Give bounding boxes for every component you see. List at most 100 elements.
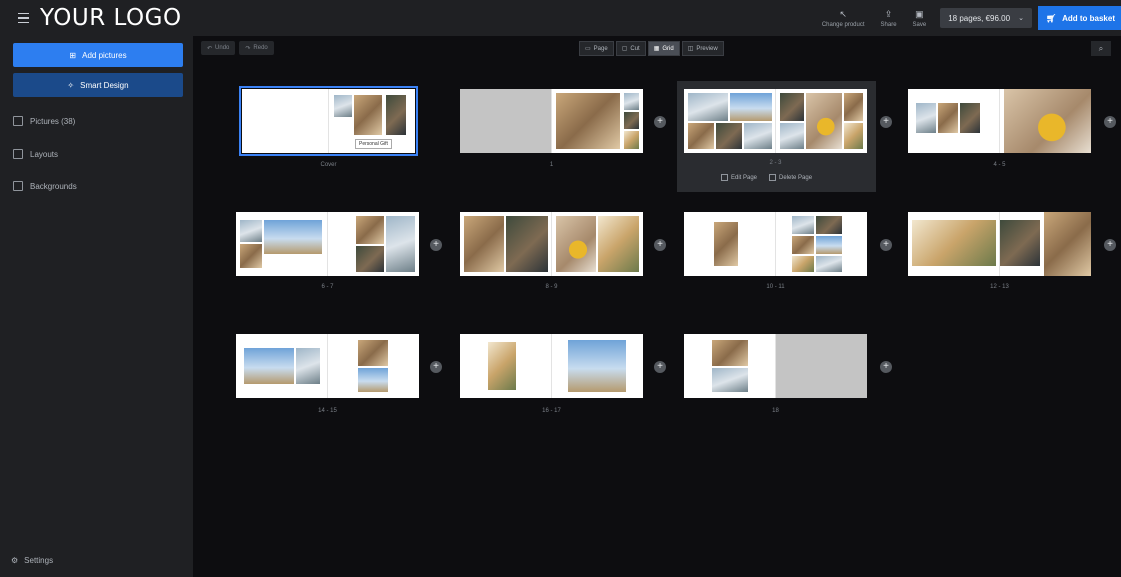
photo (806, 93, 842, 149)
spread-label: 12 - 13 (990, 284, 1009, 290)
spread-label: 14 - 15 (318, 408, 337, 414)
page-left (684, 212, 775, 276)
sidebar-item-pictures[interactable]: Pictures (38) (13, 116, 75, 126)
sidebar-item-layouts[interactable]: Layouts (13, 149, 58, 159)
add-spread-button[interactable]: + (880, 361, 892, 373)
page-right: Personal Gift (328, 89, 415, 153)
page-left (236, 334, 327, 398)
add-spread-button[interactable]: + (1104, 116, 1116, 128)
pointer-icon: ↖ (839, 8, 847, 19)
page-left (908, 212, 999, 276)
photo (386, 216, 415, 272)
delete-page-button[interactable]: Delete Page (769, 174, 812, 181)
redo-button[interactable]: ↷ Redo (239, 41, 274, 55)
magnifier-icon: ⌕ (1098, 43, 1104, 53)
photo (356, 216, 384, 244)
add-spread-button[interactable]: + (1104, 239, 1116, 251)
spread-18[interactable] (684, 334, 867, 398)
undo-button[interactable]: ↶ Undo (201, 41, 236, 55)
add-spread-button[interactable]: + (654, 361, 666, 373)
photo (506, 216, 548, 272)
save-button[interactable]: ▣ Save (905, 0, 935, 36)
spread-6-7[interactable] (236, 212, 419, 276)
view-page-button[interactable]: ▭ Page (579, 41, 614, 56)
view-preview-button[interactable]: ◫ Preview (681, 41, 724, 56)
page-right (551, 334, 643, 398)
basket-icon: 🛒︎ (1045, 13, 1057, 23)
add-spread-button[interactable]: + (430, 361, 442, 373)
change-product-button[interactable]: ↖ Change product (814, 0, 873, 36)
add-pictures-icon: ⊞ (69, 50, 77, 60)
photo (780, 93, 804, 121)
spread-2-3[interactable] (684, 89, 867, 153)
photo (744, 123, 772, 149)
photo (1004, 89, 1091, 153)
top-actions: ↖ Change product ⇪ Share ▣ Save 18 pages… (814, 0, 1121, 36)
spread-16-17[interactable] (460, 334, 643, 398)
add-spread-button[interactable]: + (654, 116, 666, 128)
spread-4-5[interactable] (908, 89, 1091, 153)
spread-label: 6 - 7 (321, 284, 334, 290)
add-pictures-button[interactable]: ⊞ Add pictures (13, 43, 183, 67)
photo (816, 256, 842, 272)
photo (1044, 212, 1091, 276)
page-left (460, 89, 551, 153)
add-spread-button[interactable]: + (430, 239, 442, 251)
photo (386, 95, 406, 135)
add-spread-button[interactable]: + (654, 239, 666, 251)
sidebar-item-backgrounds[interactable]: Backgrounds (13, 181, 77, 191)
smart-design-button[interactable]: ✧ Smart Design (13, 73, 183, 97)
grid-view-icon: ▦ (653, 46, 660, 52)
cut-view-icon: ▢ (621, 46, 628, 52)
pages-select[interactable]: 18 pages, €96.00 ⌄ (940, 8, 1032, 28)
spread-label: 8 - 9 (545, 284, 558, 290)
photo (716, 123, 742, 149)
edit-page-button[interactable]: Edit Page (721, 174, 757, 181)
photo (464, 216, 504, 272)
spread-8-9[interactable] (460, 212, 643, 276)
layouts-icon (13, 149, 23, 159)
photo (792, 216, 814, 234)
view-cut-button[interactable]: ▢ Cut (615, 41, 646, 56)
page-left (908, 89, 999, 153)
page-right (775, 89, 867, 153)
spread-label: Cover (320, 162, 337, 168)
zoom-button[interactable]: ⌕ (1091, 41, 1111, 56)
photo (688, 123, 714, 149)
photo (714, 222, 738, 266)
photo (240, 220, 262, 242)
photo (488, 342, 516, 390)
photo (556, 93, 620, 149)
spread-cover[interactable]: Personal Gift (239, 86, 418, 156)
cover-title: Personal Gift (355, 139, 392, 149)
spread-12-13[interactable] (908, 212, 1091, 276)
spread-1[interactable] (460, 89, 643, 153)
photo (844, 93, 863, 121)
page-right (551, 212, 643, 276)
top-bar: YOUR LOGO ↖ Change product ⇪ Share ▣ Sav… (0, 0, 1121, 36)
undo-icon: ↶ (207, 45, 213, 52)
photo (792, 236, 814, 254)
add-spread-button[interactable]: + (880, 116, 892, 128)
photo (844, 123, 863, 149)
spread-label: 1 (549, 162, 554, 168)
photo (780, 123, 804, 149)
spread-label: 4 - 5 (993, 162, 1006, 168)
page-left (684, 334, 775, 398)
spread-10-11[interactable] (684, 212, 867, 276)
photo (624, 131, 639, 149)
page-right (775, 212, 867, 276)
empty-page (776, 334, 867, 398)
add-spread-button[interactable]: + (880, 239, 892, 251)
add-to-basket-button[interactable]: 🛒︎ Add to basket (1037, 6, 1121, 30)
view-grid-button[interactable]: ▦ Grid (647, 41, 680, 56)
settings-button[interactable]: ⚙ Settings (11, 556, 53, 565)
spread-14-15[interactable] (236, 334, 419, 398)
view-mode-group: ▭ Page ▢ Cut ▦ Grid ◫ Preview (579, 41, 724, 56)
share-button[interactable]: ⇪ Share (873, 0, 905, 36)
menu-icon[interactable] (10, 0, 36, 36)
chevron-down-icon: ⌄ (1018, 15, 1024, 22)
edit-icon (721, 174, 728, 181)
page-right (999, 89, 1091, 153)
page-view-icon: ▭ (585, 46, 591, 52)
